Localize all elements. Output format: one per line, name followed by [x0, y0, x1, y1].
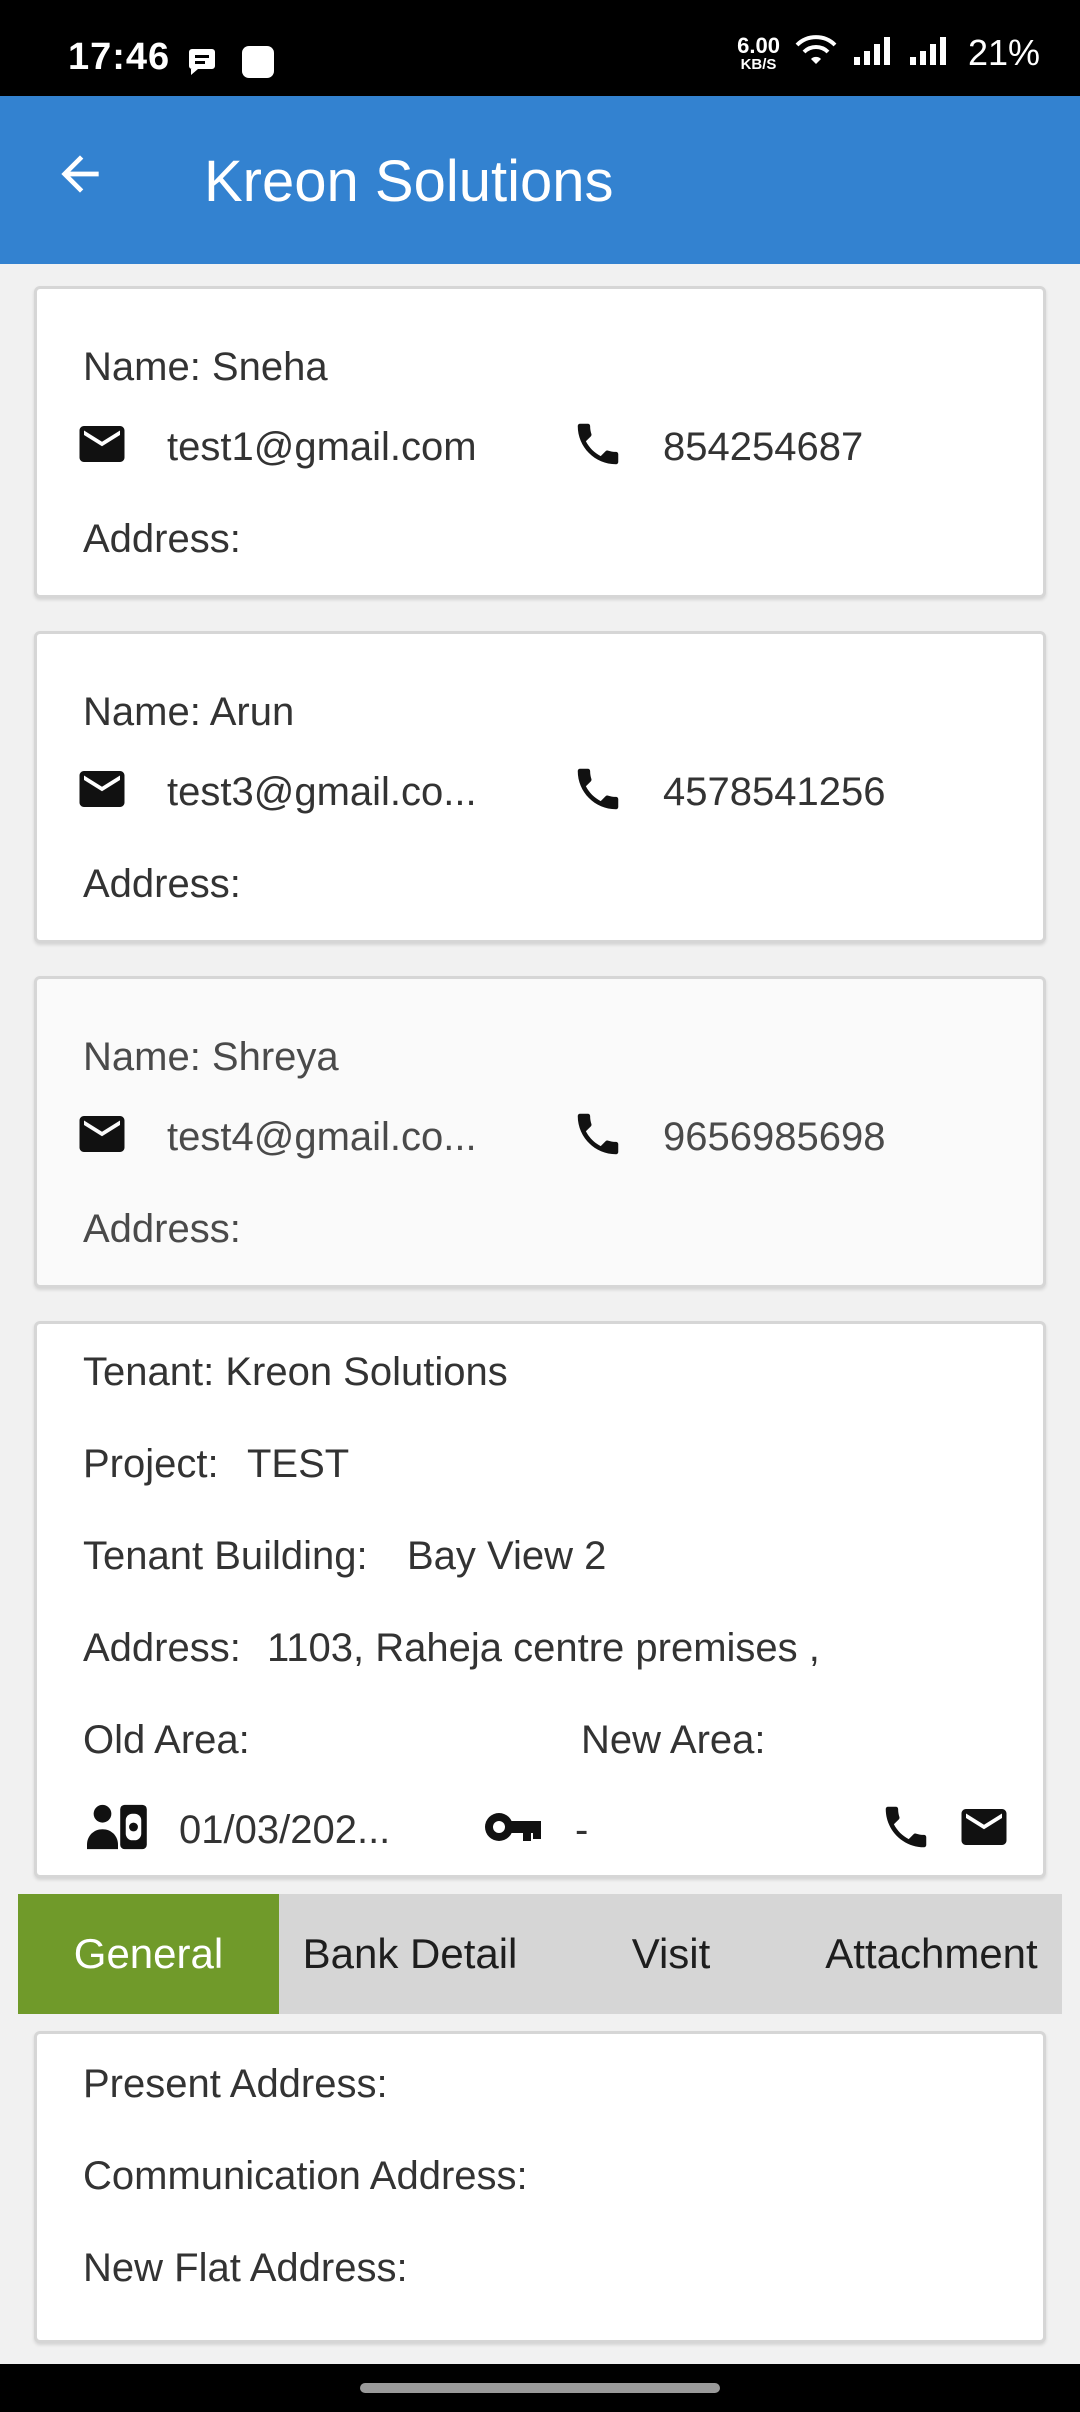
- key-icon: [483, 1800, 543, 1854]
- tenant-address-value: 1103, Raheja centre premises ,: [267, 1626, 820, 1670]
- tenant-building-value: Bay View 2: [407, 1534, 607, 1578]
- general-details-card: Present Address: Communication Address: …: [34, 2031, 1046, 2343]
- contact-card[interactable]: Name: Sneha test1@gmail.com 854254687 Ad…: [34, 286, 1046, 598]
- tab-bar: General Bank Detail Visit Attachment: [18, 1894, 1062, 2014]
- contact-email[interactable]: test1@gmail.com: [167, 425, 477, 470]
- new-area-label: New Area:: [581, 1718, 766, 1762]
- arrow-left-icon: [52, 146, 108, 207]
- net-speed: 6.00 KB/S: [737, 32, 780, 73]
- communication-address-label: Communication Address:: [83, 2154, 528, 2198]
- tab-visit[interactable]: Visit: [541, 1894, 801, 2014]
- contact-phone[interactable]: 854254687: [663, 425, 863, 470]
- contact-address-label: Address:: [83, 517, 241, 561]
- email-icon[interactable]: [957, 1800, 1011, 1854]
- contact-email[interactable]: test3@gmail.co...: [167, 770, 477, 815]
- tab-attachment[interactable]: Attachment: [801, 1894, 1062, 2014]
- email-icon: [75, 762, 129, 816]
- wifi-icon: [794, 34, 838, 73]
- phone-icon[interactable]: [571, 417, 625, 471]
- tenant-card: Tenant: Kreon Solutions Project: TEST Te…: [34, 1321, 1046, 1878]
- battery-percentage: 21%: [967, 32, 1040, 73]
- status-time: 17:46: [68, 36, 171, 78]
- contact-phone[interactable]: 9656985698: [663, 1115, 885, 1160]
- square-notification-icon: [240, 44, 276, 85]
- tenant-address-label: Address:: [83, 1626, 241, 1670]
- move-date: 01/03/202...: [179, 1808, 391, 1852]
- present-address-label: Present Address:: [83, 2062, 388, 2106]
- email-icon: [75, 1107, 129, 1161]
- signal-icon: [852, 35, 894, 72]
- contact-address-label: Address:: [83, 862, 241, 906]
- contact-name: Name: Shreya: [83, 1035, 339, 1079]
- notification-icons: [186, 44, 276, 85]
- project-label: Project:: [83, 1442, 219, 1486]
- home-gesture-handle[interactable]: [360, 2383, 720, 2393]
- old-area-label: Old Area:: [83, 1718, 250, 1762]
- contact-email[interactable]: test4@gmail.co...: [167, 1115, 477, 1160]
- chat-notification-icon: [186, 47, 220, 82]
- phone-icon[interactable]: [571, 762, 625, 816]
- tenant-building-label: Tenant Building:: [83, 1534, 368, 1578]
- phone-icon[interactable]: [571, 1107, 625, 1161]
- page-title: Kreon Solutions: [204, 149, 614, 214]
- contact-card[interactable]: Name: Shreya test4@gmail.co... 965698569…: [34, 976, 1046, 1288]
- phone-icon[interactable]: [879, 1800, 933, 1854]
- project-value: TEST: [247, 1442, 350, 1486]
- contact-card-icon: [87, 1800, 149, 1854]
- tenant-name: Tenant: Kreon Solutions: [83, 1350, 508, 1394]
- key-value: -: [575, 1808, 589, 1852]
- contact-phone[interactable]: 4578541256: [663, 770, 885, 815]
- tab-general[interactable]: General: [18, 1894, 279, 2014]
- contact-name: Name: Arun: [83, 690, 295, 734]
- contact-card[interactable]: Name: Arun test3@gmail.co... 4578541256 …: [34, 631, 1046, 943]
- contact-address-label: Address:: [83, 1207, 241, 1251]
- signal-icon: [908, 35, 950, 72]
- system-navigation-bar: [0, 2364, 1080, 2412]
- tab-bank-detail[interactable]: Bank Detail: [279, 1894, 541, 2014]
- new-flat-address-label: New Flat Address:: [83, 2246, 408, 2290]
- contact-name: Name: Sneha: [83, 345, 328, 389]
- status-bar: 17:46 6.00 KB/S 21%: [0, 0, 1080, 96]
- app-bar: Kreon Solutions: [0, 96, 1080, 264]
- email-icon: [75, 417, 129, 471]
- back-button[interactable]: [40, 136, 120, 216]
